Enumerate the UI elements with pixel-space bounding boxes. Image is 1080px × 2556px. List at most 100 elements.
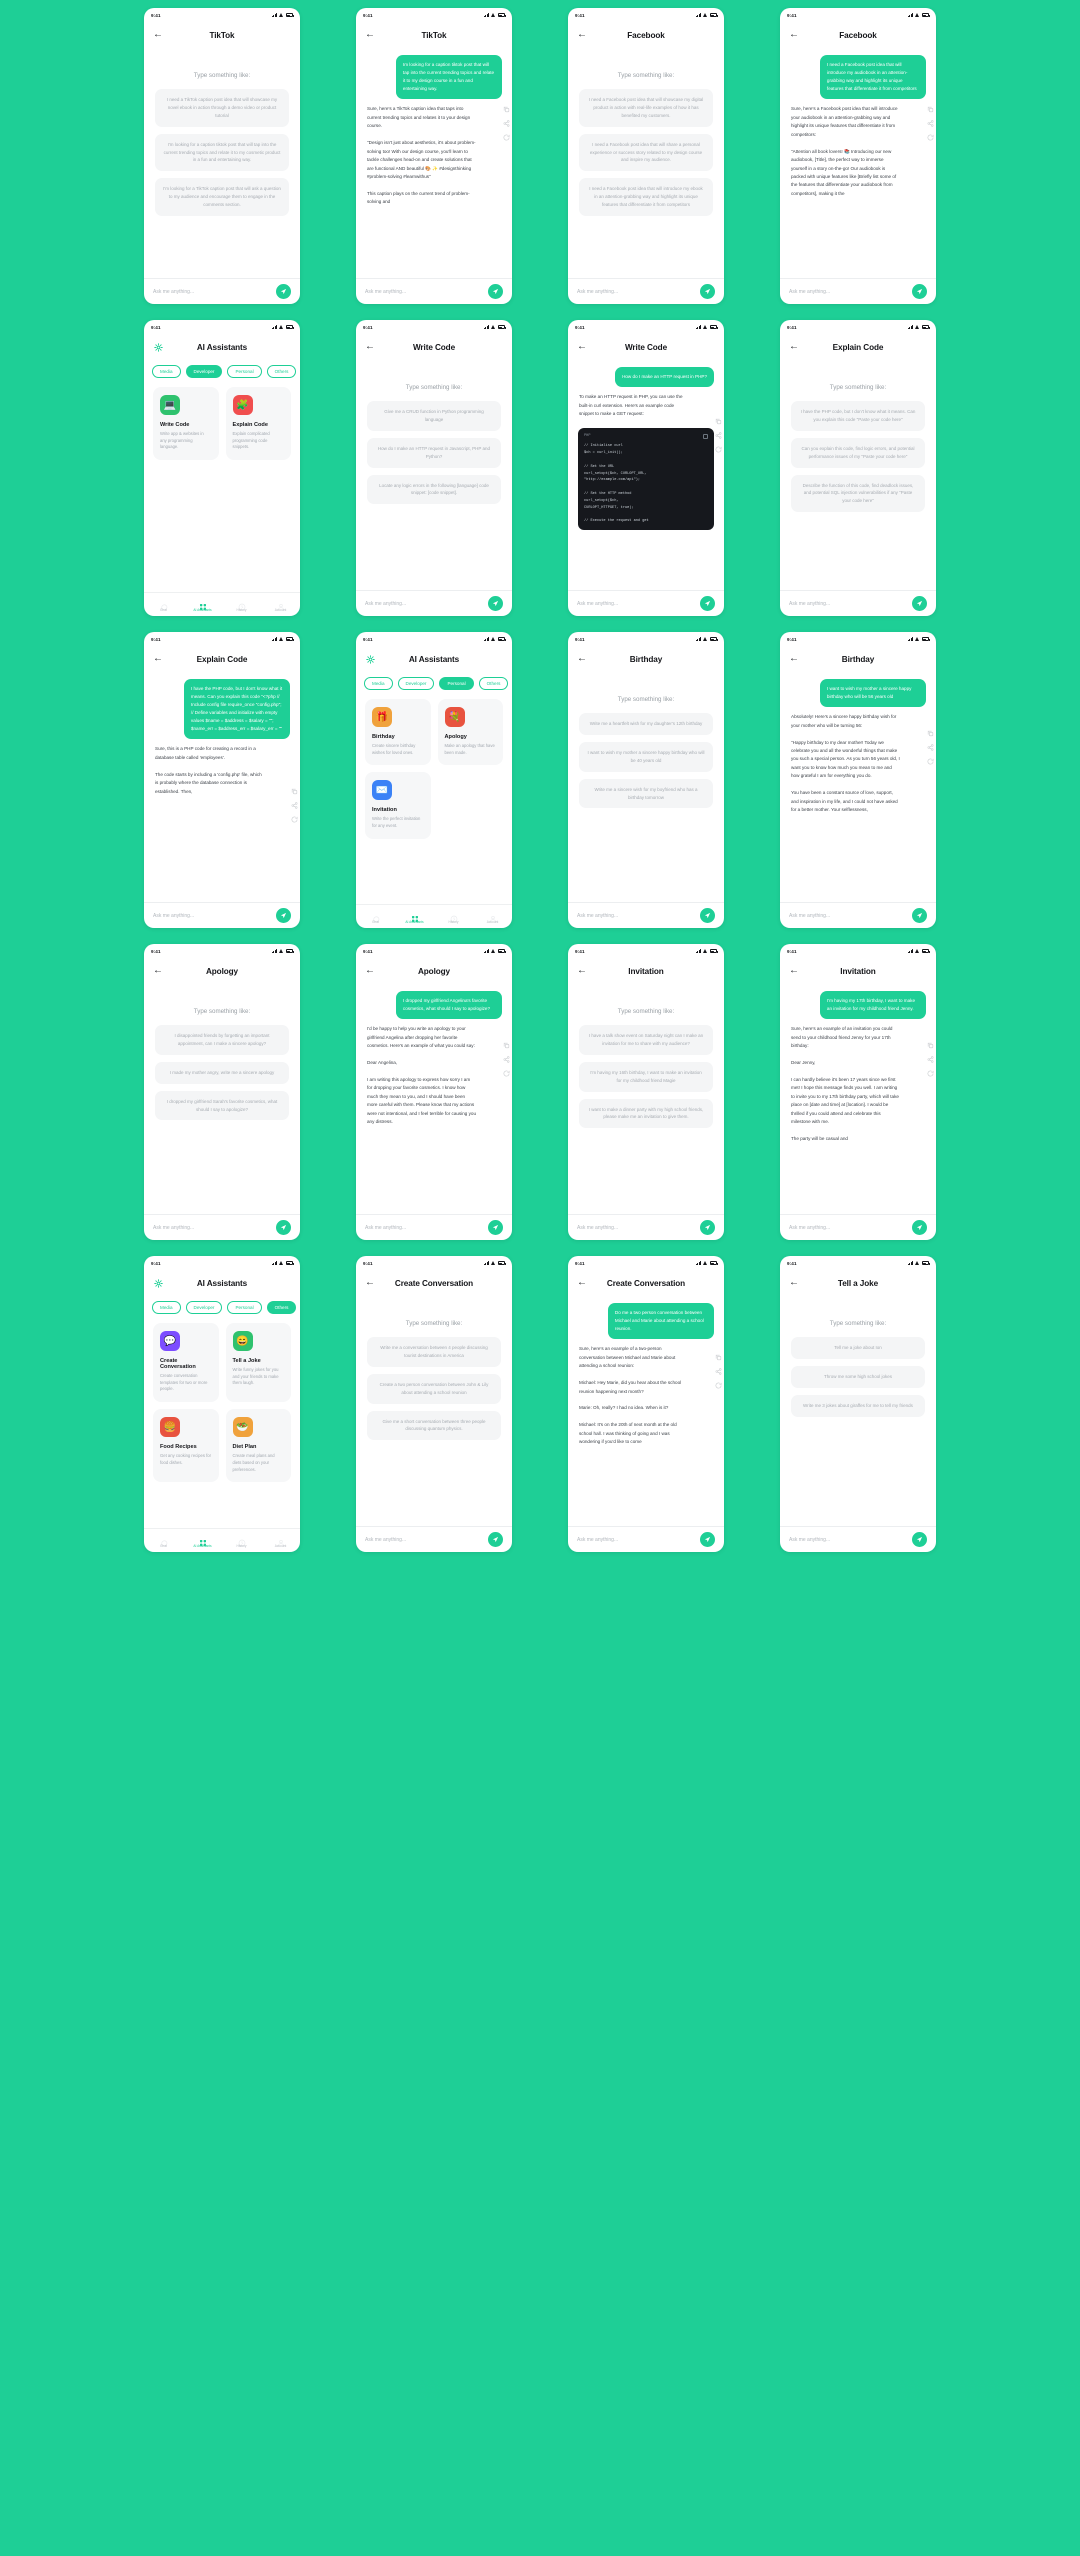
message-input[interactable]: Ask me anything... [577,1225,694,1231]
message-input[interactable]: Ask me anything... [789,601,906,607]
chip-tab-others[interactable]: Others [266,365,297,378]
back-button[interactable]: ← [153,966,165,976]
assistant-card[interactable]: 💐 Apology Make an apology that have been m… [437,699,503,766]
suggestion-item[interactable]: I want to wish my mother a sincere happy… [579,741,713,772]
suggestion-item[interactable]: I need a Facebook post idea that will in… [579,178,713,216]
copy-icon[interactable] [927,100,934,113]
suggestion-item[interactable]: I need a Facebook post idea that will sh… [579,133,713,172]
chip-tab-personal[interactable]: Personal [439,677,474,690]
bottom-nav-item-ai-assistants[interactable]: AI Assistants [183,1534,222,1548]
copy-icon[interactable] [927,1036,934,1049]
bottom-nav-item-chat[interactable]: Chat [356,910,395,924]
back-button[interactable]: ← [577,966,589,976]
share-icon[interactable] [503,114,510,127]
assistant-card[interactable]: 💬 Create Conversation Create conversation … [153,1323,219,1403]
share-icon[interactable] [503,1050,510,1063]
share-icon[interactable] [927,738,934,751]
back-button[interactable]: ← [365,30,377,40]
chip-tab-developer[interactable]: Developer [185,365,223,378]
chip-tab-developer[interactable]: Developer [185,1301,223,1314]
send-button[interactable] [276,1220,291,1235]
send-button[interactable] [488,1532,503,1547]
back-button[interactable]: ← [789,342,801,352]
suggestion-item[interactable]: Throw me some high school jokes [791,1365,925,1388]
message-input[interactable]: Ask me anything... [789,289,906,295]
assistant-card[interactable]: 🍔 Food Recipes Get any cooking recipes for… [153,1409,219,1483]
assistant-card[interactable]: 🧩 Explain Code Explain complicated program… [225,387,291,461]
suggestion-item[interactable]: Tell me a joke about Ion [791,1337,925,1359]
copy-icon[interactable] [715,412,722,425]
suggestion-item[interactable]: Write me a heartfelt wish for my daughte… [579,713,713,735]
chip-tab-personal[interactable]: Personal [227,1301,262,1314]
share-icon[interactable] [927,1050,934,1063]
bottom-nav-item-account[interactable]: Account [261,598,300,612]
suggestion-item[interactable]: I disappointed friends by forgetting an … [155,1025,289,1055]
send-button[interactable] [700,1220,715,1235]
message-input[interactable]: Ask me anything... [789,913,906,919]
regenerate-icon[interactable] [927,128,934,141]
assistant-card[interactable]: 💻 Write Code Write app & websites in any p… [153,387,219,461]
send-button[interactable] [700,908,715,923]
chip-tab-others[interactable]: Others [266,1301,297,1314]
assistant-card[interactable]: 😄 Tell a Joke Write funny jokes for you an… [225,1323,291,1403]
send-button[interactable] [700,596,715,611]
copy-icon[interactable] [503,100,510,113]
chip-tab-developer[interactable]: Developer [397,677,435,690]
message-input[interactable]: Ask me anything... [577,601,694,607]
send-button[interactable] [488,596,503,611]
suggestion-item[interactable]: Can you explain this code, find logic er… [791,437,925,468]
copy-icon[interactable] [715,1348,722,1361]
assistant-card[interactable]: 🎁 Birthday Create sincere birthday wishes … [365,699,431,766]
regenerate-icon[interactable] [715,440,722,453]
suggestion-item[interactable]: I have the PHP code, but I don't know wh… [791,401,925,431]
suggestion-item[interactable]: Write me a sincere wish for my boyfriend… [579,778,713,809]
message-input[interactable]: Ask me anything... [365,1537,482,1543]
share-icon[interactable] [927,114,934,127]
back-button[interactable]: ← [577,342,589,352]
regenerate-icon[interactable] [927,752,934,765]
back-button[interactable]: ← [789,30,801,40]
send-button[interactable] [912,284,927,299]
bottom-nav-item-chat[interactable]: Chat [144,1534,183,1548]
back-button[interactable]: ← [789,654,801,664]
back-button[interactable]: ← [789,966,801,976]
send-button[interactable] [912,908,927,923]
suggestion-item[interactable]: I need a Facebook post idea that will sh… [579,89,713,127]
back-button[interactable]: ← [577,654,589,664]
share-icon[interactable] [715,426,722,439]
back-button[interactable]: ← [365,966,377,976]
suggestion-item[interactable]: Give me a CRUD function in Python progra… [367,401,501,431]
chip-tab-others[interactable]: Others [478,677,509,690]
back-button[interactable]: ← [365,1278,377,1288]
back-button[interactable]: ← [577,30,589,40]
share-icon[interactable] [291,796,298,809]
send-button[interactable] [276,908,291,923]
suggestion-item[interactable]: I'm looking for a caption tiktok post th… [155,133,289,172]
bottom-nav-item-history[interactable]: History [434,910,473,924]
suggestion-item[interactable]: I'm looking for a TikTok caption post th… [155,178,289,216]
back-button[interactable]: ← [153,30,165,40]
assistant-card[interactable]: 🥗 Diet Plan Create meal plans and diets ba… [225,1409,291,1483]
back-button[interactable]: ← [577,1278,589,1288]
suggestion-item[interactable]: Locate any logic errors in the following… [367,474,501,505]
regenerate-icon[interactable] [927,1064,934,1077]
send-button[interactable] [700,284,715,299]
message-input[interactable]: Ask me anything... [365,1225,482,1231]
message-input[interactable]: Ask me anything... [577,289,694,295]
regenerate-icon[interactable] [503,1064,510,1077]
send-button[interactable] [912,1532,927,1547]
chip-tab-media[interactable]: Media [152,1301,181,1314]
bottom-nav-item-ai-assistants[interactable]: AI Assistants [395,910,434,924]
send-button[interactable] [488,1220,503,1235]
message-input[interactable]: Ask me anything... [789,1537,906,1543]
suggestion-item[interactable]: I have a talk show event on Saturday nig… [579,1025,713,1055]
message-input[interactable]: Ask me anything... [153,913,270,919]
copy-icon[interactable] [503,1036,510,1049]
suggestion-item[interactable]: How do I make an HTTP request in Javascr… [367,437,501,468]
message-input[interactable]: Ask me anything... [577,1537,694,1543]
suggestion-item[interactable]: Describe the function of this code, find… [791,474,925,513]
copy-icon[interactable] [291,782,298,795]
suggestion-item[interactable]: I need a TikTok caption post idea that w… [155,89,289,127]
suggestion-item[interactable]: Create a two person conversation between… [367,1373,501,1404]
bottom-nav-item-history[interactable]: History [222,1534,261,1548]
